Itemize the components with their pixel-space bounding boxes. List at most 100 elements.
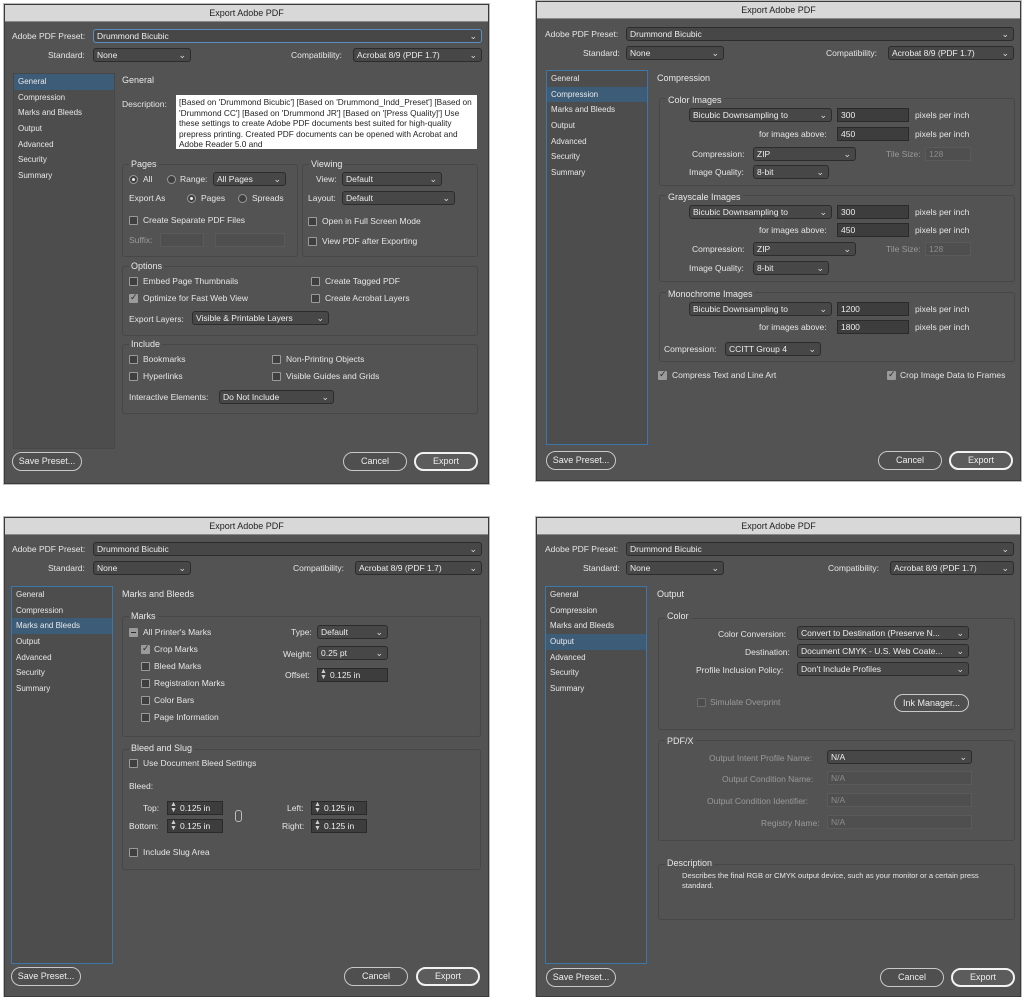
export-button[interactable]: Export [949,451,1013,470]
save-preset-button[interactable]: Save Preset... [12,452,82,471]
color-comp-select[interactable]: ZIP ⌄ [753,147,856,161]
save-preset-button[interactable]: Save Preset... [546,968,616,987]
compat-select[interactable]: Acrobat 8/9 (PDF 1.7) ⌄ [353,48,482,62]
bookmarks-checkbox[interactable] [129,355,138,364]
standard-select[interactable]: None ⌄ [93,48,191,62]
all-radio[interactable] [129,175,138,184]
hyperlinks-checkbox[interactable] [129,372,138,381]
pages-radio[interactable] [187,194,196,203]
gray-quality-select[interactable]: 8-bit ⌄ [753,261,829,275]
right-stepper[interactable]: ▲ ▼ 0.125 in [311,819,367,833]
fastweb-checkbox[interactable] [129,292,138,303]
sidebar-item-advanced[interactable]: Advanced [14,137,114,153]
sidebar-item-output[interactable]: Output [546,634,646,650]
color-bars-checkbox[interactable] [141,696,150,705]
sidebar-item-advanced[interactable]: Advanced [547,134,647,150]
sidebar-item-output[interactable]: Output [547,118,647,134]
top-stepper[interactable]: ▲ ▼ 0.125 in [167,801,223,815]
range-radio[interactable] [167,175,176,184]
export-button[interactable]: Export [416,967,480,986]
description-box[interactable]: [Based on 'Drummond Bicubic'] [Based on … [176,95,477,149]
range-select[interactable]: All Pages ⌄ [213,172,286,186]
spreads-radio[interactable] [238,194,247,203]
sidebar-item-advanced[interactable]: Advanced [12,650,112,666]
sidebar-item-marks[interactable]: Marks and Bleeds [546,618,646,634]
tagged-checkbox[interactable] [311,277,320,286]
color-method-select[interactable]: Bicubic Downsampling to ⌄ [689,108,832,122]
layout-select[interactable]: Default ⌄ [342,191,455,205]
policy-select[interactable]: Don't Include Profiles ⌄ [797,662,969,676]
mono-ppi-field[interactable]: 1200 [837,302,909,316]
compat-select[interactable]: Acrobat 8/9 (PDF 1.7) ⌄ [355,561,482,575]
sidebar-item-general[interactable]: General [546,587,646,603]
export-button[interactable]: Export [414,452,478,471]
stepper-arrows-icon[interactable]: ▲ ▼ [170,801,177,814]
left-stepper[interactable]: ▲ ▼ 0.125 in [311,801,367,815]
use-doc-bleed-checkbox[interactable] [129,759,138,768]
registration-checkbox[interactable] [141,679,150,688]
page-info-checkbox[interactable] [141,713,150,722]
standard-select[interactable]: None ⌄ [626,561,724,575]
interactive-select[interactable]: Do Not Include ⌄ [219,390,334,404]
bottom-stepper[interactable]: ▲ ▼ 0.125 in [167,819,223,833]
sidebar-item-security[interactable]: Security [547,149,647,165]
standard-select[interactable]: None ⌄ [626,46,724,60]
offset-stepper[interactable]: ▲ ▼ 0.125 in [317,668,388,682]
cancel-button[interactable]: Cancel [344,967,408,986]
conversion-select[interactable]: Convert to Destination (Preserve N... ⌄ [797,626,969,640]
all-printers-checkbox[interactable] [129,628,138,637]
fullscreen-checkbox[interactable] [308,217,317,226]
sidebar-item-compression[interactable]: Compression [546,603,646,619]
sidebar-item-compression[interactable]: Compression [547,86,647,103]
weight-select[interactable]: 0.25 pt ⌄ [317,646,388,660]
mono-comp-select[interactable]: CCITT Group 4 ⌄ [725,342,821,356]
color-above-field[interactable]: 450 [837,127,909,141]
stepper-arrows-icon[interactable]: ▲ ▼ [314,819,321,832]
chain-link-icon[interactable] [235,810,242,822]
export-button[interactable]: Export [951,968,1015,987]
crop-marks-checkbox[interactable] [141,643,150,654]
sidebar-item-marks[interactable]: Marks and Bleeds [12,618,112,635]
gray-above-field[interactable]: 450 [837,223,909,237]
cancel-button[interactable]: Cancel [878,451,942,470]
sidebar-item-general[interactable]: General [14,74,114,90]
preset-select[interactable]: Drummond Bicubic ⌄ [93,542,482,556]
preset-select[interactable]: Drummond Bicubic ⌄ [626,542,1014,556]
sidebar-item-compression[interactable]: Compression [14,90,114,106]
gray-ppi-field[interactable]: 300 [837,205,909,219]
standard-select[interactable]: None ⌄ [93,561,191,575]
acrobat-layers-checkbox[interactable] [311,294,320,303]
sidebar-item-security[interactable]: Security [546,665,646,681]
ink-manager-button[interactable]: Ink Manager... [894,694,969,712]
sidebar-item-security[interactable]: Security [12,665,112,681]
slug-checkbox[interactable] [129,848,138,857]
mono-method-select[interactable]: Bicubic Downsampling to ⌄ [689,302,832,316]
mono-above-field[interactable]: 1800 [837,320,909,334]
sidebar-item-marks[interactable]: Marks and Bleeds [547,102,647,118]
sidebar-item-output[interactable]: Output [14,121,114,137]
sidebar-item-summary[interactable]: Summary [12,681,112,697]
stepper-arrows-icon[interactable]: ▲ ▼ [170,819,177,832]
compat-select[interactable]: Acrobat 8/9 (PDF 1.7) ⌄ [890,561,1014,575]
sidebar-item-general[interactable]: General [547,71,647,87]
preset-select[interactable]: Drummond Bicubic ⌄ [93,29,482,43]
stepper-arrows-icon[interactable]: ▲ ▼ [320,668,327,681]
preset-select[interactable]: Drummond Bicubic ⌄ [626,27,1014,41]
save-preset-button[interactable]: Save Preset... [546,451,616,470]
export-layers-select[interactable]: Visible & Printable Layers ⌄ [192,311,329,325]
guides-checkbox[interactable] [272,372,281,381]
color-quality-select[interactable]: 8-bit ⌄ [753,165,829,179]
cancel-button[interactable]: Cancel [880,968,944,987]
sidebar-item-security[interactable]: Security [14,152,114,168]
crop-data-checkbox[interactable] [887,369,896,380]
view-after-checkbox[interactable] [308,237,317,246]
gray-method-select[interactable]: Bicubic Downsampling to ⌄ [689,205,832,219]
sidebar-item-advanced[interactable]: Advanced [546,650,646,666]
sidebar-item-output[interactable]: Output [12,634,112,650]
view-select[interactable]: Default ⌄ [342,172,442,186]
intent-select[interactable]: N/A ⌄ [827,750,972,764]
stepper-arrows-icon[interactable]: ▲ ▼ [314,801,321,814]
gray-comp-select[interactable]: ZIP ⌄ [753,242,856,256]
destination-select[interactable]: Document CMYK - U.S. Web Coate... ⌄ [797,644,969,658]
save-preset-button[interactable]: Save Preset... [11,967,81,986]
